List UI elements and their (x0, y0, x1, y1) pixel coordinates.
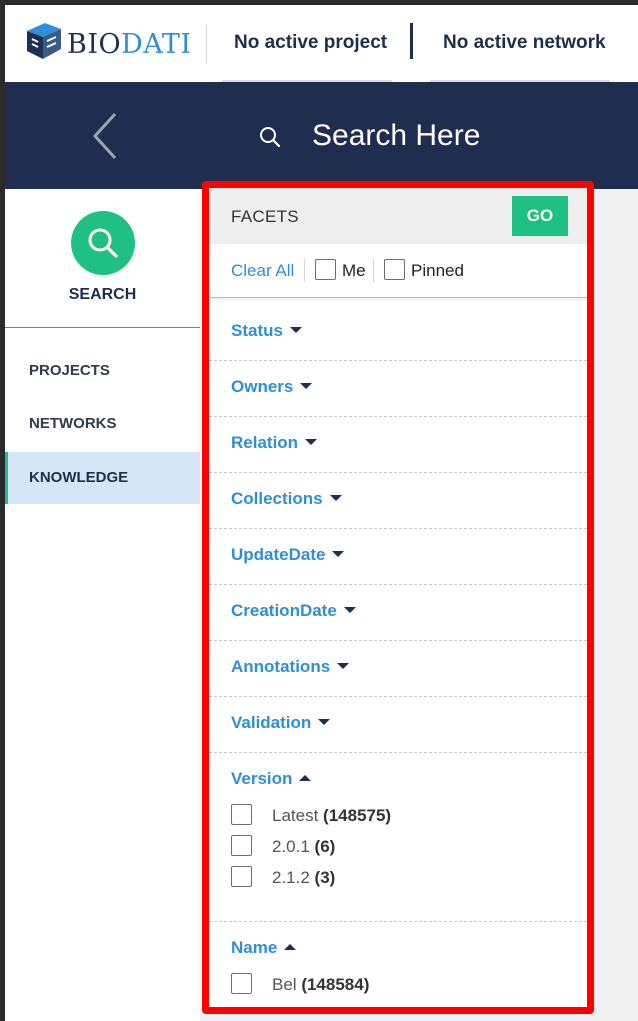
search-icon (260, 127, 281, 148)
search-bar: Search Here (5, 82, 638, 189)
facet-creationdate: CreationDate (209, 585, 587, 641)
facet-toggle[interactable]: CreationDate (231, 601, 356, 621)
sidebar-divider (5, 327, 200, 328)
sidebar-item-networks[interactable]: NETWORKS (5, 398, 200, 450)
top-header: BIODATI No active project No active netw… (5, 5, 638, 82)
option-text: Bel (148584) (272, 975, 370, 994)
me-label: Me (342, 261, 366, 280)
caret-down-icon (289, 326, 302, 333)
option-checkbox[interactable] (231, 804, 252, 825)
facet-relation: Relation (209, 417, 587, 473)
pinned-label: Pinned (411, 261, 464, 280)
sidebar-item-projects[interactable]: PROJECTS (5, 345, 200, 397)
chevron-left-icon (92, 112, 117, 160)
sidebar-item-label: NETWORKS (29, 415, 117, 432)
facets-header: FACETS GO (209, 188, 587, 244)
facet-label: Owners (231, 377, 294, 396)
go-button[interactable]: GO (512, 196, 568, 236)
caret-down-icon (318, 718, 331, 725)
facet-toggle[interactable]: Validation (231, 713, 331, 733)
facet-label: Validation (231, 713, 312, 732)
facet-option: 2.1.2 (3) (209, 864, 587, 892)
option-checkbox[interactable] (231, 866, 252, 887)
facet-toggle[interactable]: Relation (231, 433, 318, 453)
options-separator (373, 258, 374, 282)
facet-label: CreationDate (231, 601, 337, 620)
facet-version: Version Latest (148575) 2.0.1 (6) 2.1.2 … (209, 753, 587, 922)
facet-owners: Owners (209, 361, 587, 417)
facets-title: FACETS (231, 207, 299, 226)
facets-panel: FACETS GO Clear All Me Pinned Status Own… (202, 181, 594, 1014)
search-here-label: Search Here (312, 119, 481, 152)
caret-down-icon (300, 382, 313, 389)
facet-toggle[interactable]: Version (231, 769, 312, 789)
facet-label: UpdateDate (231, 545, 326, 564)
me-checkbox[interactable] (315, 259, 336, 280)
facet-toggle[interactable]: Annotations (231, 657, 350, 677)
caret-up-icon (299, 774, 312, 781)
clear-all-link[interactable]: Clear All (231, 261, 294, 281)
sidebar-item-label: KNOWLEDGE (29, 469, 129, 486)
facet-toggle[interactable]: Owners (231, 377, 313, 397)
sidebar-item-knowledge[interactable]: KNOWLEDGE (5, 452, 200, 504)
search-icon (88, 228, 118, 258)
facet-label: Relation (231, 433, 299, 452)
facet-option: Bel (148584) (209, 971, 587, 999)
option-checkbox[interactable] (231, 835, 252, 856)
facet-collections: Collections (209, 473, 587, 529)
option-text: 2.1.2 (3) (272, 868, 336, 887)
facet-option: 2.0.1 (6) (209, 833, 587, 861)
header-divider (206, 25, 207, 63)
options-separator (304, 258, 305, 282)
left-sidebar: SEARCH PROJECTS NETWORKS KNOWLEDGE (5, 189, 200, 1021)
caret-down-icon (332, 550, 345, 557)
facet-label: Status (231, 321, 283, 340)
caret-down-icon (329, 494, 342, 501)
search-nav-button[interactable] (71, 211, 135, 275)
caret-down-icon (305, 438, 318, 445)
logo-text: BIODATI (67, 29, 192, 60)
facets-options-bar: Clear All Me Pinned (209, 244, 587, 298)
facet-label: Version (231, 769, 293, 788)
facet-toggle[interactable]: Collections (231, 489, 342, 509)
facet-name: Name Bel (148584) (209, 922, 587, 1007)
facet-validation: Validation (209, 697, 587, 753)
facet-option: Latest (148575) (209, 802, 587, 830)
facet-label: Collections (231, 489, 323, 508)
logo-cube-icon (27, 23, 61, 59)
caret-up-icon (284, 943, 297, 950)
option-text: 2.0.1 (6) (272, 837, 336, 856)
sidebar-item-label: PROJECTS (29, 362, 110, 379)
active-network-label[interactable]: No active network (443, 32, 606, 54)
facet-status: Status (209, 305, 587, 361)
facet-annotations: Annotations (209, 641, 587, 697)
option-checkbox[interactable] (231, 973, 252, 994)
facet-updatedate: UpdateDate (209, 529, 587, 585)
caret-down-icon (343, 606, 356, 613)
facet-toggle[interactable]: UpdateDate (231, 545, 345, 565)
search-nav-label: SEARCH (68, 286, 137, 303)
caret-down-icon (337, 662, 350, 669)
header-divider-bold (410, 23, 413, 59)
active-project-label[interactable]: No active project (234, 32, 387, 54)
facet-toggle[interactable]: Status (231, 321, 302, 341)
facet-toggle[interactable]: Name (231, 938, 297, 958)
back-button[interactable] (85, 108, 125, 164)
option-text: Latest (148575) (272, 806, 392, 825)
biodati-logo[interactable]: BIODATI (23, 19, 191, 65)
facet-label: Name (231, 938, 278, 957)
facet-label: Annotations (231, 657, 331, 676)
pinned-checkbox[interactable] (384, 259, 405, 280)
